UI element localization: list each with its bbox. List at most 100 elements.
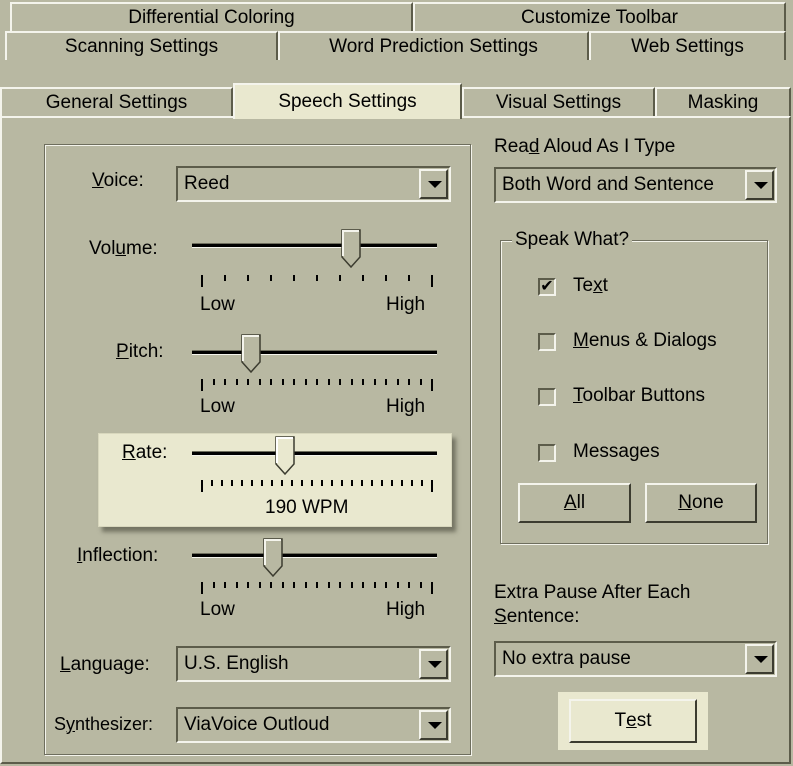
- tick-mark: [201, 379, 203, 391]
- tick-mark: [301, 480, 303, 486]
- tick-mark: [271, 480, 273, 486]
- pitch-label: Pitch:: [116, 341, 164, 362]
- tick-mark: [419, 379, 422, 385]
- voice-dropdown[interactable]: Reed: [176, 166, 451, 202]
- tick-mark: [385, 275, 387, 281]
- extra-pause-label-line1: Extra Pause After Each: [494, 582, 691, 603]
- tick-mark: [221, 480, 223, 486]
- tick-mark: [231, 480, 233, 486]
- synthesizer-dropdown[interactable]: ViaVoice Outloud: [176, 707, 451, 743]
- tick-mark: [362, 275, 364, 281]
- tick-mark: [293, 582, 295, 588]
- tab-speech-settings[interactable]: Speech Settings: [233, 83, 462, 119]
- tick-mark: [224, 582, 226, 588]
- checkmark-icon: ✔: [540, 278, 554, 295]
- tick-mark: [311, 480, 313, 486]
- tick-mark: [316, 582, 318, 588]
- tick-mark: [431, 582, 433, 594]
- rate-readout: 190 WPM: [265, 497, 349, 518]
- toolbar-buttons-checkbox[interactable]: [538, 388, 556, 406]
- tick-mark: [327, 379, 330, 385]
- tick-mark: [411, 480, 413, 486]
- pitch-low-label: Low: [200, 396, 235, 417]
- tick-mark: [431, 379, 433, 391]
- tick-mark: [201, 582, 203, 594]
- rate-track: [192, 451, 437, 456]
- none-button[interactable]: None: [645, 483, 757, 523]
- tick-mark: [396, 582, 399, 588]
- pitch-track: [192, 350, 437, 355]
- test-button[interactable]: Te st: [569, 699, 697, 743]
- tick-mark: [316, 379, 318, 385]
- volume-low-label: Low: [200, 294, 235, 315]
- tick-mark: [431, 480, 433, 492]
- volume-slider-thumb[interactable]: [341, 229, 361, 269]
- chevron-down-icon[interactable]: [745, 644, 774, 674]
- tick-mark: [235, 582, 238, 588]
- chevron-down-icon[interactable]: [419, 169, 448, 199]
- volume-track: [192, 243, 437, 248]
- tick-mark: [327, 582, 330, 588]
- tick-mark: [235, 379, 238, 385]
- tick-mark: [396, 379, 399, 385]
- tick-mark: [391, 480, 393, 486]
- inflection-low-label: Low: [200, 599, 235, 620]
- messages-checkbox[interactable]: [538, 444, 556, 462]
- tab-differential-coloring[interactable]: Differential Coloring: [10, 2, 413, 31]
- tick-mark: [419, 582, 422, 588]
- read-aloud-label: Read Aloud As I Type: [494, 136, 676, 157]
- tab-visual-settings[interactable]: Visual Settings: [462, 87, 655, 116]
- extra-pause-dropdown[interactable]: No extra pause: [494, 641, 777, 677]
- inflection-slider-thumb[interactable]: [263, 538, 283, 578]
- chevron-down-icon[interactable]: [419, 649, 448, 679]
- tick-mark: [261, 480, 263, 486]
- tab-word-prediction-settings[interactable]: Word Prediction Settings: [278, 31, 589, 60]
- inflection-high-label: High: [386, 599, 426, 620]
- inflection-ticks: [201, 582, 433, 594]
- tick-mark: [321, 480, 323, 486]
- read-aloud-value: Both Word and Sentence: [502, 174, 714, 195]
- tick-mark: [350, 379, 353, 385]
- tick-mark: [224, 379, 226, 385]
- inflection-track: [192, 553, 437, 558]
- tick-mark: [291, 480, 293, 486]
- tick-mark: [385, 582, 387, 588]
- read-aloud-dropdown[interactable]: Both Word and Sentence: [494, 167, 777, 203]
- tick-mark: [304, 582, 307, 588]
- tick-mark: [281, 480, 283, 486]
- tick-mark: [381, 480, 383, 486]
- tab-masking[interactable]: Masking: [655, 87, 791, 116]
- tick-mark: [224, 275, 226, 281]
- language-dropdown[interactable]: U.S. English: [176, 646, 451, 682]
- voice-value: Reed: [184, 173, 230, 194]
- tab-web-settings[interactable]: Web Settings: [589, 31, 786, 60]
- text-checkbox[interactable]: ✔: [538, 278, 556, 296]
- tab-general-settings[interactable]: General Settings: [0, 87, 233, 116]
- tick-mark: [251, 480, 253, 486]
- tab-scanning-settings[interactable]: Scanning Settings: [5, 31, 278, 60]
- rate-slider-thumb[interactable]: [275, 436, 295, 476]
- tick-mark: [201, 275, 203, 287]
- extra-pause-label-line2: Sentence:: [494, 606, 580, 627]
- tick-mark: [211, 480, 213, 486]
- menus-dialogs-label: Menus & Dialogs: [573, 330, 717, 351]
- tick-mark: [339, 275, 341, 281]
- tick-mark: [258, 582, 261, 588]
- pitch-ticks: [201, 379, 433, 391]
- chevron-down-icon[interactable]: [745, 170, 774, 200]
- chevron-down-icon[interactable]: [419, 710, 448, 740]
- language-label: Language:: [60, 654, 150, 675]
- tick-mark: [431, 275, 433, 287]
- tick-mark: [281, 582, 284, 588]
- pitch-high-label: High: [386, 396, 426, 417]
- menus-dialogs-checkbox[interactable]: [538, 333, 556, 351]
- tab-customize-toolbar[interactable]: Customize Toolbar: [413, 2, 786, 31]
- text-checkbox-label: Text: [573, 275, 608, 296]
- pitch-slider-thumb[interactable]: [241, 334, 261, 374]
- all-button[interactable]: All: [518, 483, 631, 523]
- tick-mark: [247, 582, 249, 588]
- voice-label: Voice:: [92, 170, 144, 191]
- tick-mark: [247, 379, 249, 385]
- volume-label: Volume:: [89, 238, 158, 259]
- tick-mark: [408, 582, 410, 588]
